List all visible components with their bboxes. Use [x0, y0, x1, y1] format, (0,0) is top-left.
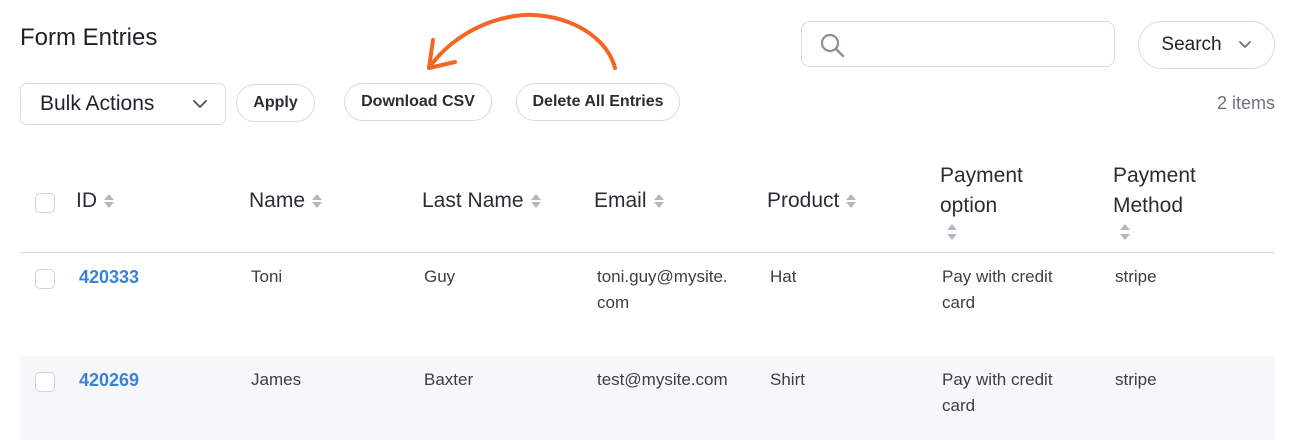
cell-product: Shirt	[770, 370, 805, 389]
bulk-actions-label: Bulk Actions	[40, 92, 155, 115]
search-icon	[820, 33, 845, 58]
delete-all-entries-button[interactable]: Delete All Entries	[516, 83, 680, 121]
cell-name: Toni	[251, 267, 283, 286]
search-input[interactable]	[858, 30, 1102, 60]
cell-email-line-1: toni.guy@mysite.	[597, 267, 728, 286]
page-title: Form Entries	[20, 24, 158, 51]
search-button-label: Search	[1161, 34, 1222, 55]
column-label: Last Name	[422, 189, 524, 212]
column-header-payment-option[interactable]: Payment option	[940, 161, 1023, 243]
sort-icon	[312, 194, 323, 209]
sort-icon	[104, 194, 114, 209]
column-label: Product	[767, 189, 840, 212]
select-all-checkbox[interactable]	[35, 193, 55, 213]
cell-payment-option: Pay with credit card	[942, 264, 1053, 316]
cell-name: James	[251, 370, 302, 389]
annotation-arrow-icon	[427, 13, 617, 70]
bulk-actions-select[interactable]: Bulk Actions	[20, 83, 226, 125]
cell-payment-option-line-1: Pay with credit	[942, 370, 1053, 389]
cell-email-line-2: com	[597, 293, 630, 312]
chevron-down-icon	[1238, 41, 1251, 48]
column-header-email[interactable]: Email	[594, 186, 665, 216]
cell-payment-option: Pay with credit card	[942, 367, 1053, 419]
column-label: ID	[76, 189, 97, 212]
column-label: Name	[249, 189, 306, 212]
column-header-last-name[interactable]: Last Name	[422, 186, 542, 216]
item-count: 2 items	[1216, 93, 1275, 113]
search-input-wrapper[interactable]	[801, 21, 1115, 67]
sort-icon	[846, 194, 857, 209]
cell-payment-option-line-2: card	[942, 293, 976, 312]
column-label-line-2: option	[940, 194, 998, 217]
column-label-line-2: Method	[1113, 194, 1184, 217]
sort-icon	[947, 224, 957, 240]
row-checkbox[interactable]	[35, 269, 55, 289]
cell-last-name: Guy	[424, 267, 456, 286]
cell-last-name: Baxter	[424, 370, 474, 389]
column-header-id[interactable]: ID	[76, 186, 115, 216]
row-checkbox[interactable]	[35, 372, 55, 392]
chevron-down-icon	[193, 100, 207, 108]
column-label-line-1: Payment	[940, 164, 1023, 187]
apply-button[interactable]: Apply	[236, 84, 315, 122]
sort-icon	[653, 194, 664, 209]
cell-payment-option-line-2: card	[942, 396, 976, 415]
cell-email: test@mysite.com	[597, 367, 728, 393]
column-label: Email	[594, 189, 647, 212]
column-header-payment-method[interactable]: Payment Method	[1113, 161, 1196, 243]
column-label-line-1: Payment	[1113, 164, 1196, 187]
entry-id-link[interactable]: 420333	[79, 264, 139, 290]
download-csv-button[interactable]: Download CSV	[344, 83, 492, 121]
search-button[interactable]: Search	[1138, 21, 1275, 69]
entry-id-link[interactable]: 420269	[79, 367, 139, 393]
column-header-product[interactable]: Product	[767, 186, 857, 216]
cell-payment-method: stripe	[1115, 267, 1157, 286]
column-header-name[interactable]: Name	[249, 186, 323, 216]
cell-email-line-1: test@mysite.com	[597, 370, 728, 389]
cell-email: toni.guy@mysite. com	[597, 264, 728, 316]
sort-icon	[1120, 224, 1130, 240]
cell-payment-option-line-1: Pay with credit	[942, 267, 1053, 286]
sort-icon	[530, 194, 541, 209]
cell-product: Hat	[770, 267, 797, 286]
cell-payment-method: stripe	[1115, 370, 1157, 389]
